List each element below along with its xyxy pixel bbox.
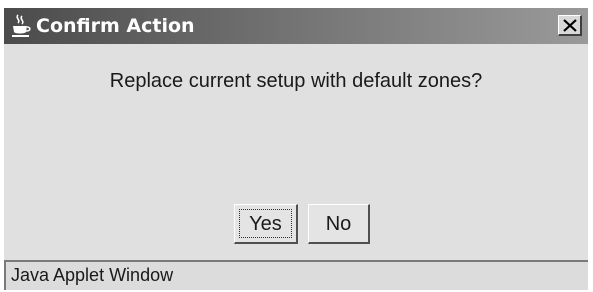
java-coffee-cup-icon xyxy=(10,14,32,38)
window-title: Confirm Action xyxy=(36,15,195,37)
close-button[interactable] xyxy=(558,15,582,36)
yes-button-label: Yes xyxy=(249,212,282,235)
yes-button[interactable]: Yes xyxy=(234,204,298,244)
applet-warning-text: Java Applet Window xyxy=(11,265,174,285)
confirm-dialog-window: Confirm Action Replace current setup wit… xyxy=(4,8,588,290)
no-button-label: No xyxy=(325,212,352,235)
title-bar[interactable]: Confirm Action xyxy=(4,8,588,44)
status-bar: Java Applet Window xyxy=(4,260,588,290)
no-button[interactable]: No xyxy=(308,204,370,244)
confirm-message: Replace current setup with default zones… xyxy=(109,70,483,92)
